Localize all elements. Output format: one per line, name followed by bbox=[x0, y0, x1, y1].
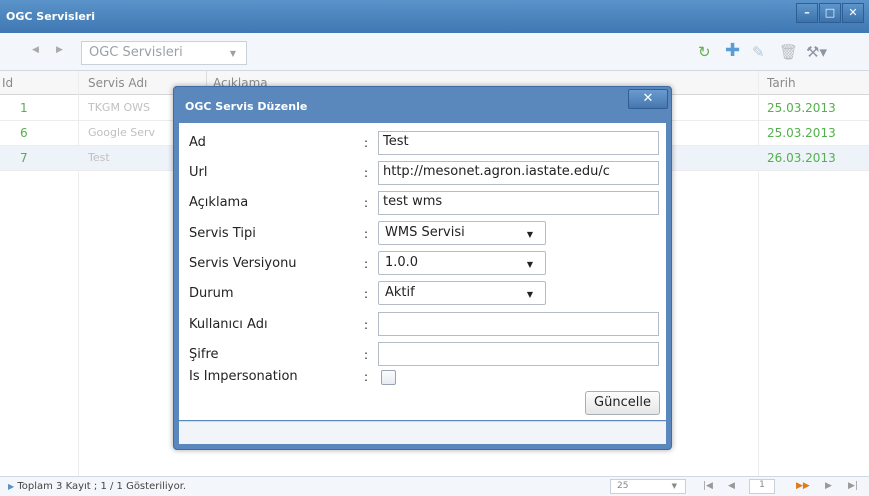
tools-icon[interactable]: ⚒▾ bbox=[806, 43, 827, 61]
separator: : bbox=[364, 287, 369, 301]
row-name: Test bbox=[88, 151, 110, 164]
record-summary-text: Toplam 3 Kayıt ; 1 / 1 Gösteriliyor. bbox=[17, 481, 187, 492]
separator: : bbox=[364, 257, 369, 271]
row-id: 7 bbox=[20, 151, 28, 165]
page-size-select[interactable]: 25 ▼ bbox=[610, 479, 686, 494]
edit-icon[interactable]: ✎ bbox=[752, 43, 765, 61]
label-impersonation: Is Impersonation bbox=[189, 369, 298, 384]
row-date: 26.03.2013 bbox=[767, 151, 836, 165]
label-kullanici-adi: Kullanıcı Adı bbox=[189, 317, 268, 332]
impersonation-checkbox[interactable] bbox=[381, 370, 396, 385]
separator: : bbox=[364, 318, 369, 332]
page-size-value: 25 bbox=[617, 481, 629, 491]
next-page-icon[interactable]: ▶▶ bbox=[796, 481, 810, 491]
chevron-down-icon: ▼ bbox=[526, 230, 533, 239]
delete-icon[interactable]: 🗑 bbox=[779, 43, 798, 61]
durum-select[interactable]: Aktif ▼ bbox=[378, 281, 546, 305]
service-combo[interactable]: OGC Servisleri ▼ bbox=[81, 41, 247, 65]
close-icon[interactable]: ✕ bbox=[842, 3, 864, 23]
forward-arrow-icon[interactable]: ▶ bbox=[56, 45, 63, 55]
row-date: 25.03.2013 bbox=[767, 126, 836, 140]
separator: : bbox=[364, 166, 369, 180]
dialog-form: Ad : Test Url : http://mesonet.agron.ias… bbox=[179, 123, 666, 420]
row-name: Google Serv bbox=[88, 126, 156, 139]
update-button[interactable]: Güncelle bbox=[585, 391, 660, 415]
window-title: OGC Servisleri bbox=[6, 10, 96, 23]
chevron-down-icon: ▼ bbox=[671, 482, 677, 490]
separator: : bbox=[364, 348, 369, 362]
servis-tipi-select[interactable]: WMS Servisi ▼ bbox=[378, 221, 546, 245]
servis-tipi-value: WMS Servisi bbox=[385, 225, 465, 240]
close-icon: ✕ bbox=[642, 91, 654, 106]
label-sifre: Şifre bbox=[189, 347, 219, 362]
page-number-input[interactable]: 1 bbox=[749, 479, 775, 494]
ad-input[interactable]: Test bbox=[378, 131, 659, 155]
back-arrow-icon[interactable]: ◀ bbox=[32, 45, 39, 55]
sifre-input[interactable] bbox=[378, 342, 659, 366]
dialog-footer bbox=[179, 421, 666, 444]
window-titlebar[interactable]: OGC Servisleri – □ ✕ bbox=[0, 0, 869, 33]
separator: : bbox=[364, 370, 369, 384]
expand-arrow-icon: ▶ bbox=[8, 482, 15, 491]
dialog-close-button[interactable]: ✕ bbox=[628, 89, 668, 109]
toolbar: ◀ ▶ OGC Servisleri ▼ ↻ ✚ ✎ 🗑 ⚒▾ bbox=[0, 33, 869, 71]
aciklama-input[interactable]: test wms bbox=[378, 191, 659, 215]
row-id: 1 bbox=[20, 101, 28, 115]
label-url: Url bbox=[189, 165, 208, 180]
label-durum: Durum bbox=[189, 286, 234, 301]
chevron-down-icon: ▼ bbox=[526, 290, 533, 299]
row-date: 25.03.2013 bbox=[767, 101, 836, 115]
row-id: 6 bbox=[20, 126, 28, 140]
label-ad: Ad bbox=[189, 135, 206, 150]
record-summary: ▶ Toplam 3 Kayıt ; 1 / 1 Gösteriliyor. bbox=[8, 481, 186, 492]
url-input[interactable]: http://mesonet.agron.iastate.edu/c bbox=[378, 161, 659, 185]
first-page-icon[interactable]: |◀ bbox=[703, 481, 713, 491]
window-controls: – □ ✕ bbox=[796, 3, 864, 23]
maximize-icon[interactable]: □ bbox=[819, 3, 841, 23]
row-name: TKGM OWS bbox=[88, 101, 150, 114]
chevron-down-icon: ▼ bbox=[229, 49, 236, 58]
column-header-id[interactable]: Id bbox=[2, 76, 13, 90]
kullanici-adi-input[interactable] bbox=[378, 312, 659, 336]
durum-value: Aktif bbox=[385, 285, 415, 300]
dialog-titlebar[interactable]: OGC Servis Düzenle ✕ bbox=[174, 87, 671, 123]
refresh-icon[interactable]: ↻ bbox=[698, 43, 711, 61]
edit-service-dialog: OGC Servis Düzenle ✕ Ad : Test Url : htt… bbox=[173, 86, 672, 450]
separator: : bbox=[364, 136, 369, 150]
status-bar: ▶ Toplam 3 Kayıt ; 1 / 1 Gösteriliyor. 2… bbox=[0, 476, 869, 496]
add-icon[interactable]: ✚ bbox=[725, 40, 740, 61]
column-header-tarih[interactable]: Tarih bbox=[767, 76, 796, 90]
servis-versiyonu-select[interactable]: 1.0.0 ▼ bbox=[378, 251, 546, 275]
separator: : bbox=[364, 196, 369, 210]
next-icon[interactable]: ▶ bbox=[825, 481, 832, 491]
label-aciklama: Açıklama bbox=[189, 195, 249, 210]
separator: : bbox=[364, 227, 369, 241]
service-combo-value: OGC Servisleri bbox=[89, 45, 183, 60]
prev-page-icon[interactable]: ◀ bbox=[728, 481, 735, 491]
last-page-icon[interactable]: ▶| bbox=[848, 481, 858, 491]
minimize-icon[interactable]: – bbox=[796, 3, 818, 23]
label-servis-tipi: Servis Tipi bbox=[189, 226, 256, 241]
label-servis-versiyonu: Servis Versiyonu bbox=[189, 256, 297, 271]
dialog-title: OGC Servis Düzenle bbox=[185, 100, 308, 113]
chevron-down-icon: ▼ bbox=[526, 260, 533, 269]
servis-versiyonu-value: 1.0.0 bbox=[385, 255, 419, 270]
column-header-servis-adi[interactable]: Servis Adı bbox=[88, 76, 147, 90]
